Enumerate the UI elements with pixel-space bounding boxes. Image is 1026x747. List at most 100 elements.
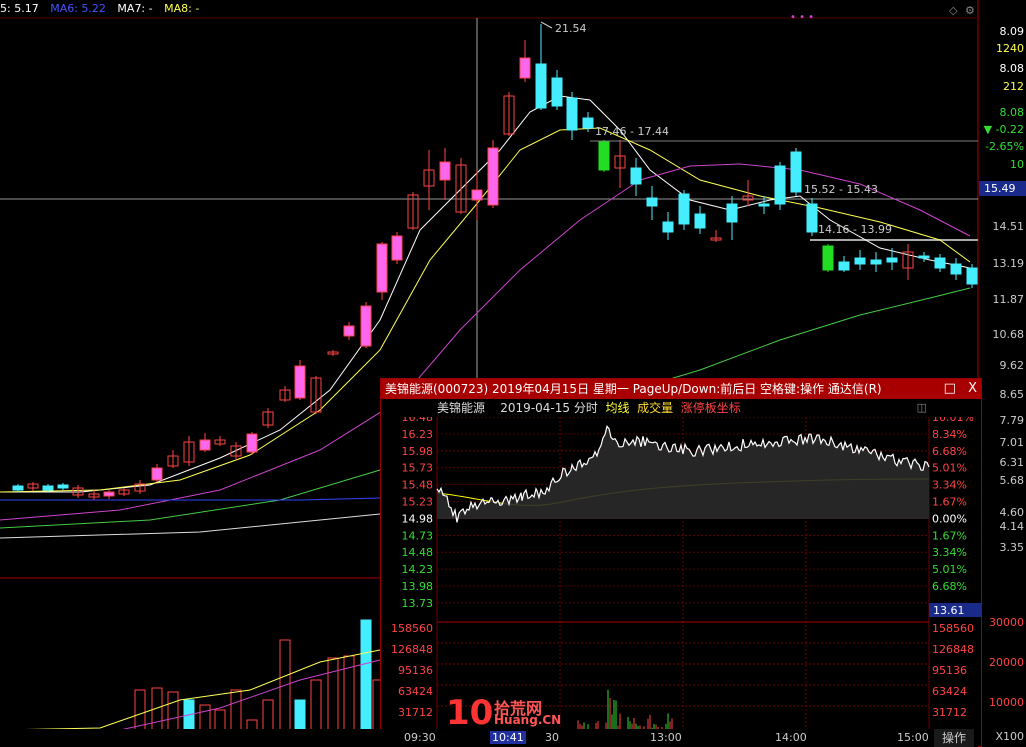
price-axis-label: 3.35	[1000, 541, 1025, 554]
price-axis-label: 14.23	[402, 563, 434, 576]
ma7-label: MA7: -	[117, 2, 153, 15]
price-axis-label: 212	[1003, 80, 1024, 93]
volume-axis-label-right: 63424	[932, 685, 967, 698]
price-axis-label: 15.48	[402, 479, 434, 492]
candle-body	[582, 117, 594, 129]
volume-axis-label: X100	[995, 730, 1024, 743]
price-axis-label: 13.19	[993, 257, 1025, 270]
watermark-text-en: Huang.CN	[494, 713, 562, 727]
candle-body	[343, 325, 355, 337]
candle-body	[360, 305, 372, 347]
percent-axis-label: 6.68%	[932, 445, 967, 458]
volume-axis-label: 10000	[989, 696, 1024, 709]
candle-body	[678, 193, 690, 225]
percent-axis-label: 1.67%	[932, 529, 967, 542]
volume-axis-label: 95136	[398, 664, 433, 677]
volume-axis-label: 63424	[398, 685, 433, 698]
time-0930: 09:30	[404, 731, 436, 744]
price-axis-label: 13.73	[402, 597, 434, 610]
avg-line-label[interactable]: 均线	[605, 401, 629, 415]
percent-axis-label: 5.01%	[932, 563, 967, 576]
volume-axis-label: 20000	[989, 656, 1024, 669]
price-axis-label: 1240	[996, 42, 1024, 55]
popup-title[interactable]: 美锦能源(000723) 2019年04月15日 星期一 PageUp/Down…	[381, 379, 981, 399]
volume-axis-label-right: 95136	[932, 664, 967, 677]
candle-body	[790, 151, 802, 193]
price-axis-label: 8.09	[1000, 25, 1025, 38]
candle-body	[566, 97, 578, 131]
candle-body	[646, 197, 658, 207]
candle-body	[934, 257, 946, 269]
high-label: 21.54	[555, 22, 587, 35]
candle-body	[806, 203, 818, 233]
volume-axis: 30000 20000 10000 X100	[989, 616, 1024, 743]
volume-axis-label: 126848	[391, 643, 433, 656]
percent-axis-label: 5.01%	[932, 462, 967, 475]
candle-body	[42, 485, 54, 491]
candle-body	[966, 267, 978, 285]
price-axis-label: 14.73	[402, 529, 434, 542]
price-axis-label: 16.48	[402, 417, 434, 424]
candle-body	[103, 491, 115, 497]
percent-axis-label: 8.34%	[932, 428, 967, 441]
percent-axis-label: 3.34%	[932, 479, 967, 492]
candle-body	[551, 77, 563, 107]
candle-body	[838, 261, 850, 271]
candle-body	[535, 63, 547, 109]
popup-settings-icon[interactable]: ◫	[917, 401, 927, 414]
candle-body	[294, 365, 306, 399]
volume-axis-label-right: 158560	[932, 622, 974, 635]
candle-body	[726, 203, 738, 223]
volume-axis-label-right: 31712	[932, 706, 967, 719]
limit-axis-label[interactable]: 涨停板坐标	[681, 401, 741, 415]
candle-body	[886, 257, 898, 263]
time-1400: 14:00	[775, 731, 807, 744]
price-axis-label: 16.23	[402, 428, 434, 441]
price-axis-left: 16.48 16.23 15.98 15.73 15.48 15.23 14.98 14.73…	[402, 417, 434, 610]
price-axis-label: -2.65%	[985, 140, 1024, 153]
percent-axis-label: 1.67%	[932, 496, 967, 509]
chart-date: 2019-04-15 分时	[500, 401, 598, 415]
candle-body	[950, 263, 962, 275]
maximize-button[interactable]: □	[944, 381, 956, 396]
volume-label[interactable]: 成交量	[637, 401, 673, 415]
volume-axis-label: 31712	[398, 706, 433, 719]
popup-header: 美锦能源 2019-04-15 分时 均线 成交量 涨停板坐标	[381, 399, 981, 417]
ma-blue-line	[0, 497, 381, 501]
marker-dots: • • •	[790, 12, 814, 23]
price-axis-label: 4.14	[1000, 520, 1025, 533]
candle-body	[487, 147, 499, 206]
crosshair-price: 15.49	[984, 182, 1016, 195]
candle-body	[630, 167, 642, 185]
price-axis-label: 15.98	[402, 445, 434, 458]
annotation-3: 14.16 - 13.99	[818, 223, 892, 236]
close-button[interactable]: X	[968, 381, 977, 396]
price-axis-label: 9.62	[1000, 359, 1025, 372]
price-axis: 8.09 1240 8.08 212 8.08 ▼ -0.22 -2.65% 10 14.51 1…	[984, 25, 1024, 554]
price-axis-label: 10	[1010, 158, 1024, 171]
ma5-label: 5: 5.17	[0, 2, 39, 15]
candle-body	[151, 467, 163, 481]
price-axis-label: 10.68	[993, 328, 1025, 341]
price-axis-label: 8.08	[1000, 106, 1025, 119]
time-1500: 15:00	[897, 731, 929, 744]
settings-icon[interactable]: ⚙	[965, 4, 975, 17]
candle-body	[918, 255, 930, 259]
price-area	[437, 426, 929, 523]
price-axis-label: 11.87	[993, 293, 1025, 306]
diamond-icon[interactable]: ◇	[949, 4, 958, 17]
price-axis-label: ▼ -0.22	[984, 123, 1024, 136]
candle-body	[662, 221, 674, 233]
percent-axis-right: 10.01% 8.34% 6.68% 5.01% 3.34% 1.67% 0.00% 1.67…	[932, 417, 974, 593]
candle-body	[391, 235, 403, 261]
candle-body	[598, 141, 610, 171]
price-axis-label: 7.01	[1000, 436, 1025, 449]
percent-axis-label: 3.34%	[932, 546, 967, 559]
candle-body	[199, 439, 211, 451]
ma-legend: 5: 5.17 MA6: 5.22 MA7: - MA8: -	[0, 0, 207, 18]
candle-body	[12, 485, 24, 491]
price-axis-label: 15.73	[402, 462, 434, 475]
operate-button[interactable]: 操作	[934, 729, 974, 747]
intraday-popup[interactable]: 美锦能源(000723) 2019年04月15日 星期一 PageUp/Down…	[380, 378, 982, 747]
price-axis-label: 6.31	[1000, 456, 1025, 469]
